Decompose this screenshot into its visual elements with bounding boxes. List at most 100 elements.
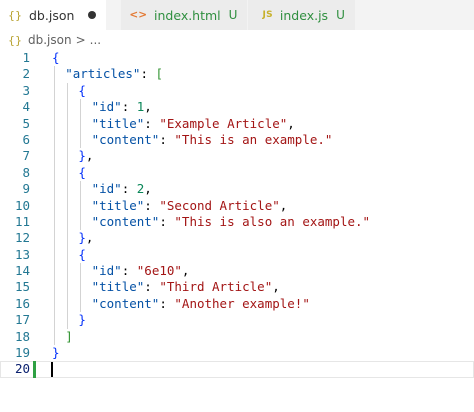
code-line[interactable]: 7}, [0, 148, 474, 165]
token-punc: : [159, 131, 175, 147]
token-punc: , [144, 99, 152, 115]
untracked-badge: U [336, 8, 345, 22]
indent-guide [67, 263, 69, 280]
json-file-icon: {} [8, 33, 22, 47]
indent-guide [80, 115, 82, 132]
token-brace: } [78, 230, 86, 246]
line-number: 8 [22, 164, 30, 180]
code-text: }, [78, 148, 93, 164]
token-key: "id" [91, 263, 122, 279]
code-line[interactable]: 8{ [0, 164, 474, 182]
line-number: 2 [22, 66, 30, 82]
code-line[interactable]: 12}, [0, 230, 474, 247]
code-line[interactable]: 10 "title": "Second Article", [0, 197, 474, 214]
code-text: { [78, 83, 86, 99]
token-str: "Third Article" [159, 279, 273, 295]
token-punc: , [85, 230, 94, 246]
code-line[interactable]: 17} [0, 312, 474, 329]
code-text: ] [65, 329, 73, 345]
code-line[interactable]: 14 "id": "6e10", [0, 263, 474, 280]
tab-db-json[interactable]: {} db.json [0, 0, 107, 30]
indent-guide [67, 312, 69, 329]
code-line[interactable]: 15 "title": "Third Article", [0, 279, 474, 296]
token-punc: , [144, 181, 152, 197]
code-text: } [78, 312, 86, 328]
indent-guide [67, 82, 69, 100]
token-str: "This is also an example." [174, 213, 371, 229]
code-text: "id": 2, [92, 181, 152, 197]
tab-index-js[interactable]: JS index.js U [247, 0, 355, 30]
breadcrumb-more[interactable]: ... [90, 33, 101, 47]
indent-guide [80, 181, 82, 198]
line-number: 15 [14, 279, 30, 295]
code-text: { [78, 247, 86, 263]
code-line[interactable]: 11 "content": "This is also an example." [0, 213, 474, 231]
code-line[interactable]: 16 "content": "Another example!" [0, 295, 474, 313]
indent-guide [54, 164, 55, 182]
code-line[interactable]: 13 { [0, 246, 474, 264]
code-text: "content": "This is also an example." [92, 214, 370, 230]
token-key: "id" [91, 181, 122, 197]
token-key: "title" [91, 279, 145, 295]
code-line[interactable]: 3{ [0, 82, 474, 100]
token-brace: { [78, 164, 86, 180]
added-line-gutter-mark [33, 361, 36, 378]
line-number: 12 [14, 230, 30, 246]
line-number: 10 [14, 197, 30, 213]
code-text: }, [78, 230, 93, 246]
breadcrumb-file[interactable]: db.json [28, 33, 72, 47]
chevron-right-icon: > [75, 33, 86, 47]
indent-guide [67, 279, 69, 296]
indent-guide [67, 295, 69, 313]
token-key: "content" [91, 213, 160, 229]
code-line[interactable]: 20 [0, 361, 474, 378]
line-number: 19 [14, 345, 30, 361]
token-punc: , [279, 197, 288, 213]
code-line[interactable]: 9 "id": 2, [0, 181, 474, 198]
unsaved-dot-icon[interactable] [88, 11, 97, 19]
token-punc: , [272, 279, 280, 295]
token-punc: : [121, 181, 137, 197]
token-brace: { [78, 82, 86, 98]
line-number: 7 [22, 148, 30, 164]
indent-guide [54, 197, 55, 214]
code-editor[interactable]: 1{2 "articles": [3{4 "id": 1, 5 "title": "Ex… [0, 50, 474, 412]
indent-guide [54, 115, 55, 132]
code-line[interactable]: 18] [0, 328, 474, 346]
line-number: 9 [22, 181, 30, 197]
token-punc: : [121, 99, 137, 115]
token-brace: } [52, 345, 60, 361]
indent-guide [54, 82, 55, 100]
text-cursor [51, 362, 53, 378]
indent-guide [54, 295, 55, 313]
indent-guide [67, 148, 69, 165]
token-str: "This is an example." [174, 131, 333, 147]
breadcrumb: {} db.json > ... [0, 30, 474, 50]
token-bracket: [ [155, 66, 164, 82]
code-line[interactable]: 6 "content": "This is an example." [0, 131, 474, 149]
tab-index-html[interactable]: <> index.html U [120, 0, 248, 30]
line-number: 4 [22, 99, 30, 115]
code-line[interactable]: 2 "articles": [ [0, 66, 474, 83]
code-line[interactable]: 4 "id": 1, [0, 99, 474, 116]
indent-guide [67, 181, 69, 198]
indent-guide [80, 131, 82, 149]
indent-guide [54, 312, 55, 329]
token-key: "content" [91, 295, 160, 311]
indent-guide [80, 263, 82, 280]
token-bracket: ] [65, 328, 73, 344]
code-line[interactable]: 1{ [0, 50, 474, 66]
indent-guide [80, 197, 82, 214]
indent-guide [54, 279, 55, 296]
code-line[interactable]: 19} [0, 345, 474, 361]
indent-guide [67, 99, 69, 116]
line-number: 14 [14, 263, 30, 279]
token-brace: } [78, 148, 86, 164]
token-str: "6e10" [136, 263, 182, 279]
code-line[interactable]: 5 "title": "Example Article", [0, 115, 474, 132]
code-text: "content": "This is an example." [92, 132, 333, 148]
line-number: 20 [14, 361, 30, 377]
line-number: 3 [22, 82, 30, 98]
token-punc: : [159, 213, 175, 229]
indent-guide [54, 181, 55, 198]
